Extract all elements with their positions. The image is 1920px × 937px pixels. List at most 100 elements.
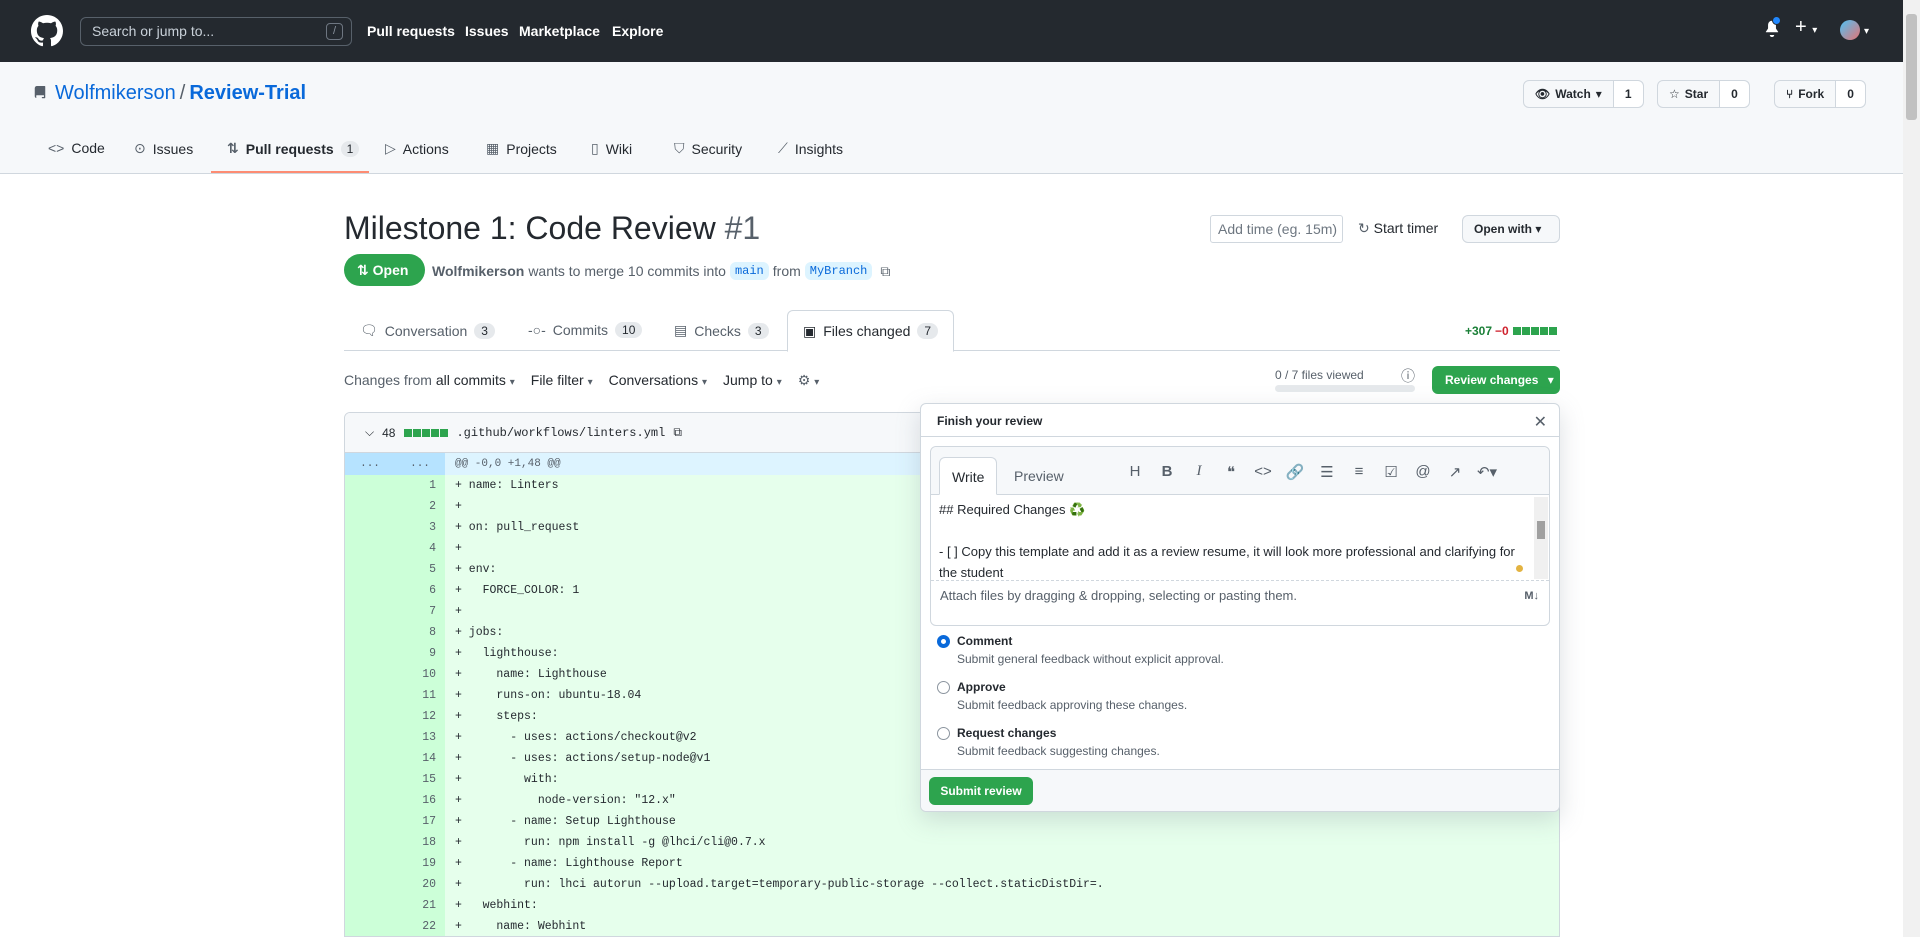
markdown-icon[interactable]: M↓ xyxy=(1524,581,1539,611)
page-scrollbar[interactable] xyxy=(1903,0,1920,937)
old-line-number[interactable] xyxy=(345,769,395,790)
diff-settings-gear-icon[interactable]: ⚙ ▾ xyxy=(798,372,819,389)
heading-icon[interactable]: H xyxy=(1119,463,1151,481)
mention-icon[interactable]: @ xyxy=(1407,463,1439,481)
expand-left[interactable]: ... xyxy=(345,453,395,475)
tab-files-changed[interactable]: ▣ Files changed 7 xyxy=(787,310,955,352)
search-input[interactable]: Search or jump to... / xyxy=(80,17,352,46)
textarea-scrollbar[interactable] xyxy=(1534,497,1548,579)
head-branch[interactable]: MyBranch xyxy=(804,262,873,280)
tab-issues[interactable]: ⊙ Issues xyxy=(134,140,193,157)
tab-insights[interactable]: ⟋ Insights xyxy=(778,140,843,157)
old-line-number[interactable] xyxy=(345,601,395,622)
italic-icon[interactable]: I xyxy=(1183,463,1215,481)
user-avatar[interactable]: ▾ xyxy=(1840,20,1869,40)
new-line-number[interactable]: 22 xyxy=(395,916,445,936)
old-line-number[interactable] xyxy=(345,475,395,496)
tab-security[interactable]: ⛉ Security xyxy=(674,140,742,157)
tab-code[interactable]: <> Code xyxy=(48,140,105,156)
tab-write[interactable]: Write xyxy=(939,457,998,495)
new-line-number[interactable]: 18 xyxy=(395,832,445,853)
ordered-list-icon[interactable]: ≡ xyxy=(1343,463,1375,481)
old-line-number[interactable] xyxy=(345,559,395,580)
new-line-number[interactable]: 9 xyxy=(395,643,445,664)
unordered-list-icon[interactable]: ☰ xyxy=(1311,463,1343,481)
watch-button[interactable]: 👁 Watch ▾ xyxy=(1524,81,1613,107)
old-line-number[interactable] xyxy=(345,496,395,517)
new-line-number[interactable]: 12 xyxy=(395,706,445,727)
old-line-number[interactable] xyxy=(345,685,395,706)
tab-preview[interactable]: Preview xyxy=(1002,457,1076,495)
github-logo-icon[interactable] xyxy=(31,15,63,47)
quote-icon[interactable]: ❝ xyxy=(1215,463,1247,481)
old-line-number[interactable] xyxy=(345,517,395,538)
copy-branch-icon[interactable]: ⧉ xyxy=(880,263,890,280)
old-line-number[interactable] xyxy=(345,853,395,874)
pr-author-link[interactable]: Wolfmikerson xyxy=(432,263,524,279)
new-line-number[interactable]: 2 xyxy=(395,496,445,517)
base-branch[interactable]: main xyxy=(729,262,769,280)
repo-owner-link[interactable]: Wolfmikerson xyxy=(55,82,176,104)
task-list-icon[interactable]: ☑ xyxy=(1375,463,1407,481)
nav-explore[interactable]: Explore xyxy=(612,23,663,39)
new-line-number[interactable]: 21 xyxy=(395,895,445,916)
new-line-number[interactable]: 16 xyxy=(395,790,445,811)
new-line-number[interactable]: 1 xyxy=(395,475,445,496)
cross-reference-icon[interactable]: ↗ xyxy=(1439,463,1471,481)
collapse-chevron-icon[interactable]: ⌵ xyxy=(365,425,374,440)
link-icon[interactable]: 🔗 xyxy=(1279,463,1311,481)
reply-icon[interactable]: ↶▾ xyxy=(1471,463,1503,481)
new-line-number[interactable]: 15 xyxy=(395,769,445,790)
conversations-dropdown[interactable]: Conversations ▾ xyxy=(609,372,707,389)
copy-path-icon[interactable]: ⧉ xyxy=(673,425,682,440)
repo-name-link[interactable]: Review-Trial xyxy=(189,82,306,104)
new-line-number[interactable]: 13 xyxy=(395,727,445,748)
fork-count[interactable]: 0 xyxy=(1835,81,1865,107)
bold-icon[interactable]: B xyxy=(1151,463,1183,481)
new-line-number[interactable]: 8 xyxy=(395,622,445,643)
star-button[interactable]: ☆ Star xyxy=(1658,81,1719,107)
nav-pull-requests[interactable]: Pull requests xyxy=(367,23,455,39)
new-line-number[interactable]: 3 xyxy=(395,517,445,538)
old-line-number[interactable] xyxy=(345,790,395,811)
changes-from-dropdown[interactable]: Changes from all commits ▾ xyxy=(344,372,515,389)
time-estimate-input[interactable]: Add time (eg. 15m) xyxy=(1210,215,1343,243)
review-changes-button[interactable]: Review changes ▾ xyxy=(1432,366,1560,394)
new-line-number[interactable]: 10 xyxy=(395,664,445,685)
old-line-number[interactable] xyxy=(345,538,395,559)
old-line-number[interactable] xyxy=(345,832,395,853)
fork-button[interactable]: ⑂ Fork xyxy=(1775,81,1835,107)
tab-conversation[interactable]: 🗨 Conversation 3 xyxy=(360,322,495,339)
new-line-number[interactable]: 7 xyxy=(395,601,445,622)
jump-to-dropdown[interactable]: Jump to ▾ xyxy=(723,372,782,389)
review-comment-textarea[interactable]: ## Required Changes ♻️ - [ ] Copy this t… xyxy=(939,499,1529,579)
tab-checks[interactable]: ▤ Checks 3 xyxy=(674,322,769,339)
file-name-link[interactable]: .github/workflows/linters.yml xyxy=(456,426,665,440)
new-line-number[interactable]: 6 xyxy=(395,580,445,601)
old-line-number[interactable] xyxy=(345,874,395,895)
page-scrollbar-thumb[interactable] xyxy=(1906,14,1917,120)
watch-count[interactable]: 1 xyxy=(1612,81,1643,107)
radio-approve[interactable] xyxy=(937,681,950,694)
old-line-number[interactable] xyxy=(345,727,395,748)
file-filter-dropdown[interactable]: File filter ▾ xyxy=(531,372,593,389)
expand-right[interactable]: ... xyxy=(395,453,445,475)
old-line-number[interactable] xyxy=(345,811,395,832)
new-line-number[interactable]: 20 xyxy=(395,874,445,895)
radio-request-changes[interactable] xyxy=(937,727,950,740)
new-line-number[interactable]: 17 xyxy=(395,811,445,832)
old-line-number[interactable] xyxy=(345,748,395,769)
attach-files-area[interactable]: Attach files by dragging & dropping, sel… xyxy=(931,580,1549,610)
open-with-button[interactable]: Open with ▾ xyxy=(1462,215,1560,243)
submit-review-button[interactable]: Submit review xyxy=(929,777,1033,805)
star-count[interactable]: 0 xyxy=(1719,81,1749,107)
tab-commits[interactable]: -○- Commits 10 xyxy=(528,322,643,338)
old-line-number[interactable] xyxy=(345,664,395,685)
old-line-number[interactable] xyxy=(345,580,395,601)
tab-projects[interactable]: ▦ Projects xyxy=(486,140,557,157)
new-line-number[interactable]: 14 xyxy=(395,748,445,769)
nav-issues[interactable]: Issues xyxy=(465,23,509,39)
tab-wiki[interactable]: ▯ Wiki xyxy=(591,140,632,157)
radio-comment[interactable] xyxy=(937,635,950,648)
nav-marketplace[interactable]: Marketplace xyxy=(519,23,600,39)
